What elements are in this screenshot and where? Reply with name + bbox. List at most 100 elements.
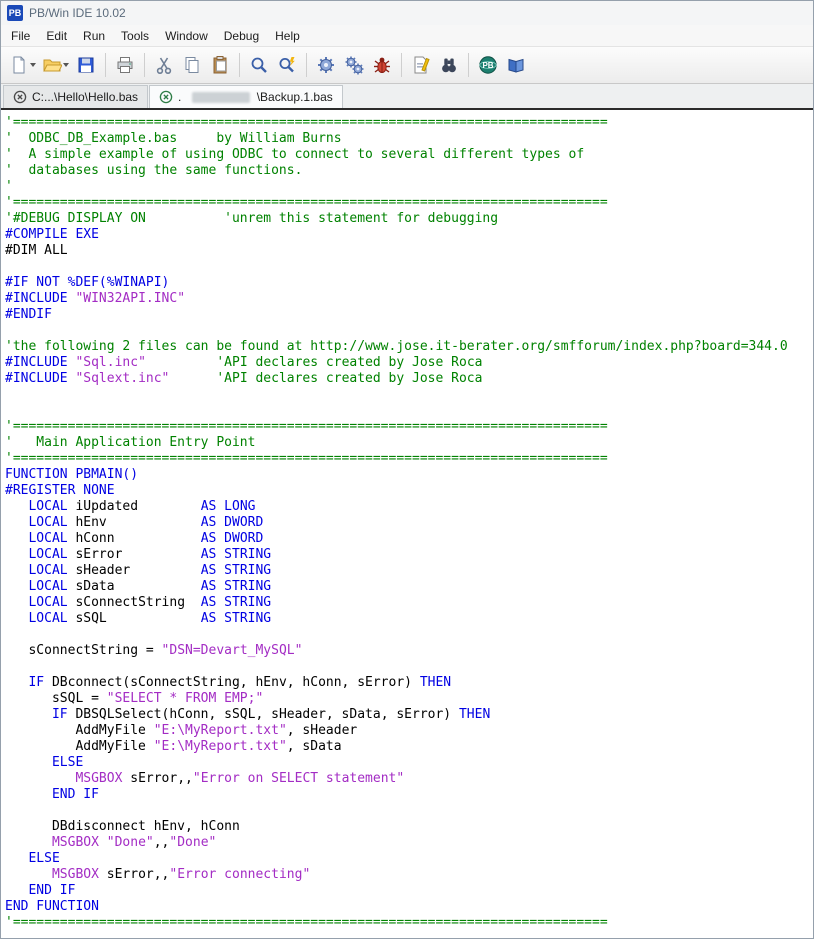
code-line: #IF NOT %DEF(%WINAPI) bbox=[5, 275, 813, 291]
find-button[interactable] bbox=[245, 50, 273, 80]
code-line: LOCAL iUpdated AS LONG bbox=[5, 499, 813, 515]
code-segment: ,, bbox=[153, 835, 170, 850]
code-segment: '#DEBUG DISPLAY ON 'unrem this statement… bbox=[5, 211, 499, 226]
compile-all-button[interactable] bbox=[340, 50, 368, 80]
menu-help[interactable]: Help bbox=[267, 27, 308, 45]
menu-run[interactable]: Run bbox=[75, 27, 113, 45]
code-segment: END IF bbox=[51, 787, 99, 802]
code-line: #INCLUDE "Sql.inc" 'API declares created… bbox=[5, 355, 813, 371]
code-segment: DBdisconnect hEnv, hConn bbox=[5, 819, 240, 834]
code-segment: ' databases using the same functions. bbox=[5, 163, 303, 178]
code-line: IF DBconnect(sConnectString, hEnv, hConn… bbox=[5, 675, 813, 691]
toolbar-separator bbox=[144, 53, 145, 77]
code-segment: hConn bbox=[67, 531, 201, 546]
printer-icon bbox=[117, 57, 133, 73]
code-segment: LOCAL bbox=[28, 515, 68, 530]
new-file-button[interactable] bbox=[6, 50, 39, 80]
code-segment: LOCAL bbox=[28, 579, 68, 594]
toolbar-separator bbox=[468, 53, 469, 77]
code-line: ELSE bbox=[5, 851, 813, 867]
code-line: IF DBSQLSelect(hConn, sSQL, sHeader, sDa… bbox=[5, 707, 813, 723]
code-segment: sHeader bbox=[67, 563, 201, 578]
compile-debug-button[interactable] bbox=[368, 50, 396, 80]
code-line: ' bbox=[5, 179, 813, 195]
tab-backup-1-bas[interactable]: . \Backup.1.bas bbox=[149, 85, 343, 108]
code-line: MSGBOX "Done",,"Done" bbox=[5, 835, 813, 851]
code-editor[interactable]: '=======================================… bbox=[1, 110, 813, 938]
code-line: FUNCTION PBMAIN() bbox=[5, 467, 813, 483]
menu-tools[interactable]: Tools bbox=[113, 27, 157, 45]
find-again-button[interactable] bbox=[273, 50, 301, 80]
code-segment: '=======================================… bbox=[5, 419, 608, 434]
save-button[interactable] bbox=[72, 50, 100, 80]
cut-button[interactable] bbox=[150, 50, 178, 80]
code-segment: AS LONG bbox=[200, 499, 256, 514]
code-segment: #INCLUDE bbox=[5, 291, 76, 306]
title-bar[interactable]: PB PB/Win IDE 10.02 bbox=[1, 1, 813, 25]
view-results-button[interactable] bbox=[407, 50, 435, 80]
tab-hello-bas[interactable]: C:...\Hello\Hello.bas bbox=[3, 85, 149, 108]
code-segment: DBSQLSelect(hConn, sSQL, sHeader, sData,… bbox=[67, 707, 459, 722]
code-segment: ' bbox=[5, 179, 13, 194]
code-line: 'the following 2 files can be found at h… bbox=[5, 339, 813, 355]
code-segment: sError,, bbox=[122, 771, 193, 786]
code-segment: LOCAL bbox=[28, 611, 68, 626]
help-button[interactable] bbox=[502, 50, 530, 80]
code-segment: "Done" bbox=[169, 835, 217, 850]
paste-button[interactable] bbox=[206, 50, 234, 80]
code-segment: MSGBOX bbox=[51, 835, 99, 850]
code-line: LOCAL hEnv AS DWORD bbox=[5, 515, 813, 531]
window-title: PB/Win IDE 10.02 bbox=[29, 6, 126, 20]
code-segment: DBconnect(sConnectString, hEnv, hConn, s… bbox=[44, 675, 420, 690]
code-segment: AS DWORD bbox=[200, 531, 264, 546]
code-segment: THEN bbox=[458, 707, 491, 722]
code-line: ' A simple example of using ODBC to conn… bbox=[5, 147, 813, 163]
gear-icon bbox=[318, 57, 334, 73]
menu-file[interactable]: File bbox=[3, 27, 38, 45]
code-segment: THEN bbox=[419, 675, 452, 690]
code-line: #COMPILE EXE bbox=[5, 227, 813, 243]
code-segment: AS STRING bbox=[200, 579, 272, 594]
code-line: LOCAL sData AS STRING bbox=[5, 579, 813, 595]
code-segment: FUNCTION PBMAIN() bbox=[5, 467, 139, 482]
code-segment: LOCAL bbox=[28, 531, 68, 546]
code-segment: AS STRING bbox=[200, 595, 272, 610]
compile-button[interactable] bbox=[312, 50, 340, 80]
menu-window[interactable]: Window bbox=[157, 27, 216, 45]
code-line: AddMyFile "E:\MyReport.txt", sData bbox=[5, 739, 813, 755]
print-button[interactable] bbox=[111, 50, 139, 80]
copy-button[interactable] bbox=[178, 50, 206, 80]
toolbar-separator bbox=[239, 53, 240, 77]
code-segment: MSGBOX bbox=[51, 867, 99, 882]
code-segment: '=======================================… bbox=[5, 451, 608, 466]
book-icon bbox=[508, 58, 524, 73]
tab-label-prefix: . bbox=[178, 90, 185, 104]
code-segment: #ENDIF bbox=[5, 307, 52, 322]
code-segment: ' A simple example of using ODBC to conn… bbox=[5, 147, 585, 162]
open-file-button[interactable] bbox=[39, 50, 72, 80]
tab-close-icon[interactable] bbox=[159, 90, 173, 104]
tab-close-icon[interactable] bbox=[13, 90, 27, 104]
code-segment: sSQL = bbox=[5, 691, 107, 706]
magnifier-lightning-icon bbox=[279, 57, 295, 73]
find-in-files-button[interactable] bbox=[435, 50, 463, 80]
code-segment: , sData bbox=[286, 739, 342, 754]
code-line: ' Main Application Entry Point bbox=[5, 435, 813, 451]
menu-edit[interactable]: Edit bbox=[38, 27, 75, 45]
powerbasic-web-button[interactable]: PB bbox=[474, 50, 502, 80]
code-segment: '=======================================… bbox=[5, 915, 608, 930]
menu-debug[interactable]: Debug bbox=[216, 27, 267, 45]
code-segment: "Sql.inc" bbox=[75, 355, 146, 370]
code-segment: sData bbox=[67, 579, 201, 594]
